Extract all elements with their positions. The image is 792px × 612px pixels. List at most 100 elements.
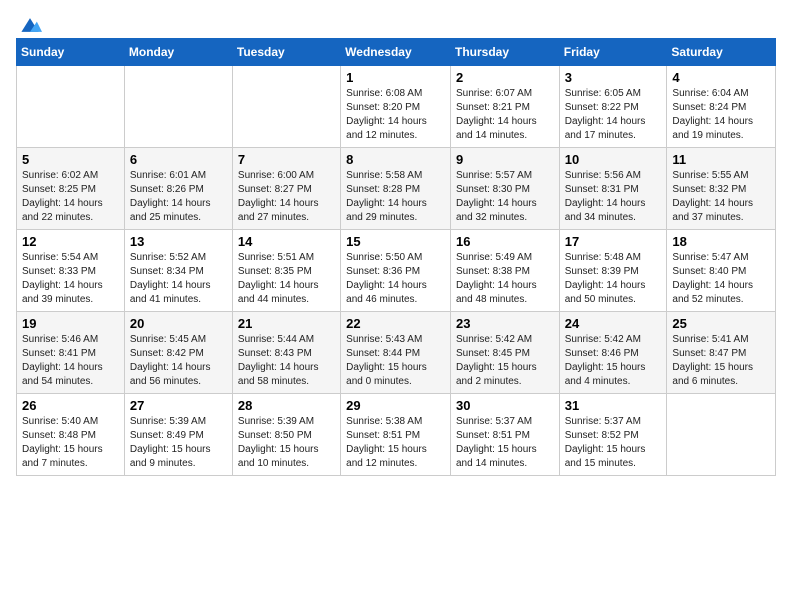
day-cell: 1 Sunrise: 6:08 AMSunset: 8:20 PMDaylight… <box>341 66 451 148</box>
day-number: 9 <box>456 152 554 167</box>
day-number: 14 <box>238 234 335 249</box>
day-cell: 19Sunrise: 5:46 AMSunset: 8:41 PMDayligh… <box>17 312 125 394</box>
day-info: Sunrise: 5:45 AMSunset: 8:42 PMDaylight:… <box>130 333 227 389</box>
day-number: 25 <box>672 316 770 331</box>
day-info: Sunrise: 5:47 AMSunset: 8:40 PMDaylight:… <box>672 251 770 307</box>
day-info: Sunrise: 5:46 AMSunset: 8:41 PMDaylight:… <box>22 333 119 389</box>
day-cell: 11Sunrise: 5:55 AMSunset: 8:32 PMDayligh… <box>667 148 776 230</box>
day-info: Sunrise: 5:42 AMSunset: 8:46 PMDaylight:… <box>565 333 662 389</box>
day-number: 22 <box>346 316 445 331</box>
day-number: 6 <box>130 152 227 167</box>
day-cell: 3 Sunrise: 6:05 AMSunset: 8:22 PMDaylight… <box>559 66 667 148</box>
day-cell <box>667 394 776 476</box>
calendar-header-row: SundayMondayTuesdayWednesdayThursdayFrid… <box>17 39 776 66</box>
day-number: 23 <box>456 316 554 331</box>
column-header-monday: Monday <box>124 39 232 66</box>
day-info: Sunrise: 6:04 AMSunset: 8:24 PMDaylight:… <box>672 87 770 143</box>
day-cell <box>17 66 125 148</box>
day-cell: 8 Sunrise: 5:58 AMSunset: 8:28 PMDaylight… <box>341 148 451 230</box>
column-header-saturday: Saturday <box>667 39 776 66</box>
day-number: 21 <box>238 316 335 331</box>
day-cell: 31Sunrise: 5:37 AMSunset: 8:52 PMDayligh… <box>559 394 667 476</box>
day-cell: 7 Sunrise: 6:00 AMSunset: 8:27 PMDaylight… <box>232 148 340 230</box>
day-info: Sunrise: 5:54 AMSunset: 8:33 PMDaylight:… <box>22 251 119 307</box>
column-header-thursday: Thursday <box>450 39 559 66</box>
day-cell: 22 Sunrise: 5:43 AMSunset: 8:44 PMDayligh… <box>341 312 451 394</box>
day-number: 24 <box>565 316 662 331</box>
day-info: Sunrise: 6:02 AMSunset: 8:25 PMDaylight:… <box>22 169 119 225</box>
week-row-5: 26 Sunrise: 5:40 AMSunset: 8:48 PMDayligh… <box>17 394 776 476</box>
day-number: 29 <box>346 398 445 413</box>
day-cell: 25 Sunrise: 5:41 AMSunset: 8:47 PMDayligh… <box>667 312 776 394</box>
day-info: Sunrise: 5:40 AMSunset: 8:48 PMDaylight:… <box>22 415 119 471</box>
day-number: 4 <box>672 70 770 85</box>
day-number: 7 <box>238 152 335 167</box>
day-number: 12 <box>22 234 119 249</box>
day-number: 20 <box>130 316 227 331</box>
day-number: 27 <box>130 398 227 413</box>
day-number: 10 <box>565 152 662 167</box>
day-cell: 20 Sunrise: 5:45 AMSunset: 8:42 PMDayligh… <box>124 312 232 394</box>
page-header <box>16 16 776 28</box>
day-cell: 13 Sunrise: 5:52 AMSunset: 8:34 PMDayligh… <box>124 230 232 312</box>
day-cell: 10 Sunrise: 5:56 AMSunset: 8:31 PMDayligh… <box>559 148 667 230</box>
day-number: 1 <box>346 70 445 85</box>
week-row-4: 19Sunrise: 5:46 AMSunset: 8:41 PMDayligh… <box>17 312 776 394</box>
day-cell: 30 Sunrise: 5:37 AMSunset: 8:51 PMDayligh… <box>450 394 559 476</box>
day-info: Sunrise: 6:00 AMSunset: 8:27 PMDaylight:… <box>238 169 335 225</box>
day-number: 28 <box>238 398 335 413</box>
day-info: Sunrise: 5:44 AMSunset: 8:43 PMDaylight:… <box>238 333 335 389</box>
day-info: Sunrise: 5:50 AMSunset: 8:36 PMDaylight:… <box>346 251 445 307</box>
day-cell: 15 Sunrise: 5:50 AMSunset: 8:36 PMDayligh… <box>341 230 451 312</box>
day-number: 17 <box>565 234 662 249</box>
day-cell: 21 Sunrise: 5:44 AMSunset: 8:43 PMDayligh… <box>232 312 340 394</box>
day-info: Sunrise: 6:01 AMSunset: 8:26 PMDaylight:… <box>130 169 227 225</box>
day-info: Sunrise: 6:07 AMSunset: 8:21 PMDaylight:… <box>456 87 554 143</box>
day-number: 3 <box>565 70 662 85</box>
day-info: Sunrise: 5:56 AMSunset: 8:31 PMDaylight:… <box>565 169 662 225</box>
day-cell: 12 Sunrise: 5:54 AMSunset: 8:33 PMDayligh… <box>17 230 125 312</box>
day-number: 5 <box>22 152 119 167</box>
day-info: Sunrise: 6:08 AMSunset: 8:20 PMDaylight:… <box>346 87 445 143</box>
day-cell: 2 Sunrise: 6:07 AMSunset: 8:21 PMDaylight… <box>450 66 559 148</box>
day-cell: 23Sunrise: 5:42 AMSunset: 8:45 PMDayligh… <box>450 312 559 394</box>
day-cell: 29Sunrise: 5:38 AMSunset: 8:51 PMDayligh… <box>341 394 451 476</box>
day-number: 2 <box>456 70 554 85</box>
day-number: 15 <box>346 234 445 249</box>
day-number: 8 <box>346 152 445 167</box>
column-header-tuesday: Tuesday <box>232 39 340 66</box>
day-info: Sunrise: 6:05 AMSunset: 8:22 PMDaylight:… <box>565 87 662 143</box>
day-number: 26 <box>22 398 119 413</box>
day-info: Sunrise: 5:51 AMSunset: 8:35 PMDaylight:… <box>238 251 335 307</box>
day-cell <box>232 66 340 148</box>
day-cell: 9 Sunrise: 5:57 AMSunset: 8:30 PMDaylight… <box>450 148 559 230</box>
column-header-sunday: Sunday <box>17 39 125 66</box>
week-row-3: 12 Sunrise: 5:54 AMSunset: 8:33 PMDayligh… <box>17 230 776 312</box>
day-cell: 14 Sunrise: 5:51 AMSunset: 8:35 PMDayligh… <box>232 230 340 312</box>
day-info: Sunrise: 5:43 AMSunset: 8:44 PMDaylight:… <box>346 333 445 389</box>
day-number: 30 <box>456 398 554 413</box>
day-cell: 18 Sunrise: 5:47 AMSunset: 8:40 PMDayligh… <box>667 230 776 312</box>
column-header-friday: Friday <box>559 39 667 66</box>
day-number: 13 <box>130 234 227 249</box>
day-cell: 24 Sunrise: 5:42 AMSunset: 8:46 PMDayligh… <box>559 312 667 394</box>
week-row-1: 1 Sunrise: 6:08 AMSunset: 8:20 PMDaylight… <box>17 66 776 148</box>
day-info: Sunrise: 5:52 AMSunset: 8:34 PMDaylight:… <box>130 251 227 307</box>
day-cell: 4 Sunrise: 6:04 AMSunset: 8:24 PMDaylight… <box>667 66 776 148</box>
day-info: Sunrise: 5:58 AMSunset: 8:28 PMDaylight:… <box>346 169 445 225</box>
column-header-wednesday: Wednesday <box>341 39 451 66</box>
day-cell: 16Sunrise: 5:49 AMSunset: 8:38 PMDayligh… <box>450 230 559 312</box>
day-info: Sunrise: 5:57 AMSunset: 8:30 PMDaylight:… <box>456 169 554 225</box>
logo <box>16 16 42 28</box>
day-number: 11 <box>672 152 770 167</box>
calendar-table: SundayMondayTuesdayWednesdayThursdayFrid… <box>16 38 776 476</box>
day-cell <box>124 66 232 148</box>
logo-icon <box>18 16 42 34</box>
day-info: Sunrise: 5:48 AMSunset: 8:39 PMDaylight:… <box>565 251 662 307</box>
day-info: Sunrise: 5:41 AMSunset: 8:47 PMDaylight:… <box>672 333 770 389</box>
day-info: Sunrise: 5:37 AMSunset: 8:51 PMDaylight:… <box>456 415 554 471</box>
day-number: 18 <box>672 234 770 249</box>
day-cell: 27 Sunrise: 5:39 AMSunset: 8:49 PMDayligh… <box>124 394 232 476</box>
day-cell: 28Sunrise: 5:39 AMSunset: 8:50 PMDayligh… <box>232 394 340 476</box>
day-info: Sunrise: 5:39 AMSunset: 8:49 PMDaylight:… <box>130 415 227 471</box>
